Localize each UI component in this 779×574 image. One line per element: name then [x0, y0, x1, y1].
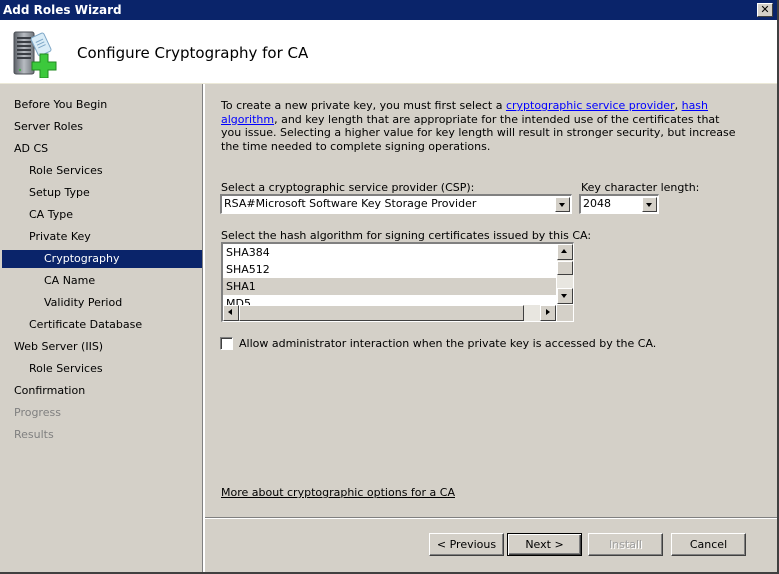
- cancel-button[interactable]: Cancel: [671, 533, 746, 556]
- sidebar-item-private-key[interactable]: Private Key: [2, 228, 202, 246]
- arrow-right-icon: [546, 309, 550, 315]
- sidebar-item-ca-type[interactable]: CA Type: [2, 206, 202, 224]
- vertical-scrollbar[interactable]: [557, 244, 573, 304]
- more-about-crypto-link[interactable]: More about cryptographic options for a C…: [221, 486, 455, 499]
- arrow-left-icon: [228, 309, 232, 315]
- sidebar-item-cryptography[interactable]: Cryptography: [2, 250, 202, 268]
- csp-label: Select a cryptographic service provider …: [221, 181, 475, 194]
- hash-algorithm-list[interactable]: SHA384 SHA512 SHA1 MD5: [221, 242, 574, 322]
- arrow-down-icon: [561, 294, 567, 298]
- wizard-header: Configure Cryptography for CA: [0, 20, 777, 84]
- chevron-down-icon: [646, 203, 652, 207]
- hash-option-sha512[interactable]: SHA512: [223, 261, 556, 278]
- csp-dropdown[interactable]: RSA#Microsoft Software Key Storage Provi…: [220, 194, 572, 214]
- install-button: Install: [588, 533, 663, 556]
- server-add-icon: [13, 31, 57, 78]
- intro-part-1: To create a new private key, you must fi…: [221, 99, 506, 112]
- close-button[interactable]: ✕: [757, 3, 773, 17]
- key-length-dropdown-button[interactable]: [642, 197, 657, 212]
- next-button[interactable]: Next >: [507, 533, 582, 556]
- wizard-content: To create a new private key, you must fi…: [205, 84, 777, 572]
- hash-option-md5[interactable]: MD5: [223, 295, 556, 305]
- vertical-scroll-thumb[interactable]: [557, 261, 573, 275]
- previous-button[interactable]: < Previous: [429, 533, 504, 556]
- intro-part-3: , and key length that are appropriate fo…: [221, 112, 736, 153]
- csp-link[interactable]: cryptographic service provider: [506, 99, 675, 112]
- scrollbar-corner: [557, 305, 573, 321]
- intro-text: To create a new private key, you must fi…: [221, 99, 741, 153]
- sidebar-item-role-services[interactable]: Role Services: [2, 162, 202, 180]
- sidebar-item-results: Results: [14, 428, 54, 441]
- sidebar-item-ca-name[interactable]: CA Name: [2, 272, 202, 290]
- intro-part-2: ,: [674, 99, 682, 112]
- csp-value: RSA#Microsoft Software Key Storage Provi…: [224, 197, 477, 210]
- wizard-steps-sidebar: Before You Begin Server Roles AD CS Role…: [0, 84, 203, 572]
- scroll-up-button[interactable]: [557, 244, 573, 260]
- page-title: Configure Cryptography for CA: [77, 44, 309, 62]
- horizontal-scrollbar[interactable]: [223, 305, 556, 321]
- admin-interaction-label[interactable]: Allow administrator interaction when the…: [239, 337, 656, 350]
- sidebar-item-validity-period[interactable]: Validity Period: [2, 294, 202, 312]
- title-bar[interactable]: Add Roles Wizard ✕: [0, 0, 777, 20]
- csp-dropdown-button[interactable]: [555, 197, 570, 212]
- admin-interaction-checkbox[interactable]: [220, 337, 233, 350]
- window-title: Add Roles Wizard: [3, 3, 122, 17]
- chevron-down-icon: [559, 203, 565, 207]
- sidebar-item-before-you-begin[interactable]: Before You Begin: [2, 96, 202, 114]
- footer-divider: [205, 517, 777, 519]
- hash-label: Select the hash algorithm for signing ce…: [221, 229, 592, 242]
- close-icon: ✕: [760, 3, 770, 16]
- key-length-dropdown[interactable]: 2048: [579, 194, 659, 214]
- sidebar-item-setup-type[interactable]: Setup Type: [2, 184, 202, 202]
- sidebar-item-confirmation[interactable]: Confirmation: [2, 382, 202, 400]
- horizontal-scroll-thumb[interactable]: [239, 305, 524, 321]
- sidebar-item-progress: Progress: [14, 406, 61, 419]
- add-roles-wizard-window: Add Roles Wizard ✕ Configure Cryptograph…: [0, 0, 779, 574]
- key-length-label: Key character length:: [581, 181, 700, 194]
- scroll-down-button[interactable]: [557, 288, 573, 304]
- key-length-value: 2048: [583, 197, 611, 210]
- hash-option-sha1[interactable]: SHA1: [223, 278, 556, 295]
- sidebar-item-certificate-database[interactable]: Certificate Database: [2, 316, 202, 334]
- sidebar-item-iis-role-services[interactable]: Role Services: [2, 360, 202, 378]
- sidebar-item-server-roles[interactable]: Server Roles: [2, 118, 202, 136]
- scroll-right-button[interactable]: [540, 305, 556, 321]
- sidebar-item-ad-cs[interactable]: AD CS: [2, 140, 202, 158]
- hash-option-sha384[interactable]: SHA384: [223, 244, 556, 261]
- arrow-up-icon: [561, 249, 567, 253]
- sidebar-item-web-server-iis[interactable]: Web Server (IIS): [2, 338, 202, 356]
- scroll-left-button[interactable]: [223, 305, 239, 321]
